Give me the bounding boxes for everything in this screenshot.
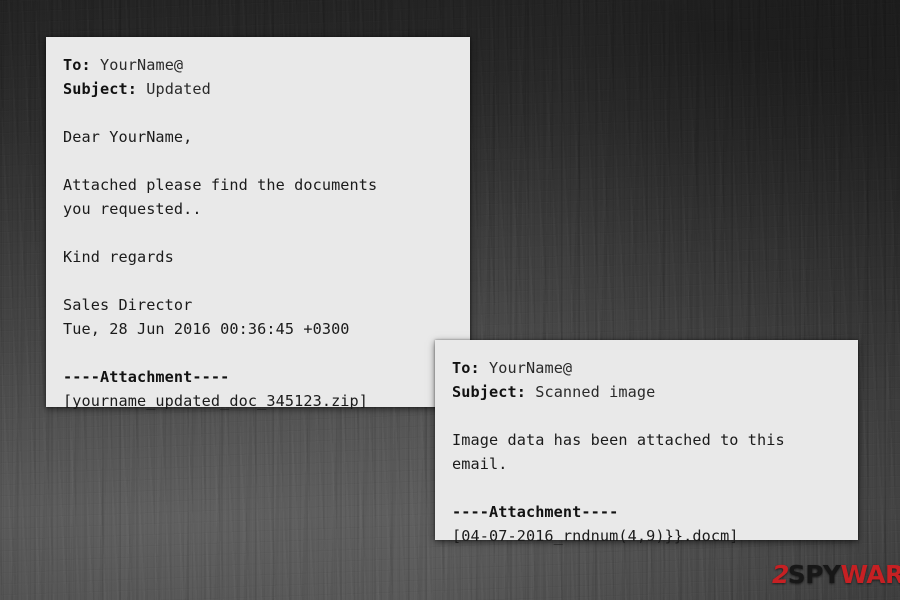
email-to-value: YourName@ — [99, 56, 184, 74]
logo-digit-2: 2 — [772, 560, 789, 589]
email-subject-value: Updated — [146, 80, 211, 98]
email-greeting: Dear YourName, — [63, 128, 193, 146]
email-attachment-filename[interactable]: [04-07-2016_rndnum(4,9)}}.docm] — [452, 524, 858, 548]
email-signoff: Kind regards — [63, 248, 174, 266]
email-to-row-scanned: To: YourName@ — [452, 356, 858, 380]
email-body-line-2: email. — [452, 455, 508, 473]
email-subject-row-updated: Subject: Updated — [63, 77, 470, 101]
email-card-updated: To: YourName@ Subject: Updated Dear Your… — [46, 37, 470, 410]
email-body-line-2: you requested.. — [63, 200, 202, 218]
logo-text-war: WAR — [840, 560, 900, 589]
email-to-label: To: — [63, 56, 100, 74]
email-to-label: To: — [452, 359, 489, 377]
email-sender-title: Sales Director — [63, 296, 193, 314]
email-subject-label: Subject: — [452, 383, 536, 401]
email-card-scanned: To: YourName@ Subject: Scanned image Ima… — [435, 340, 858, 545]
email-attachment-header: ----Attachment---- — [452, 503, 619, 521]
email-attachment-filename[interactable]: [yourname_updated_doc_345123.zip] — [63, 389, 470, 413]
email-body-line-1: Image data has been attached to this — [452, 431, 785, 449]
email-to-row-updated: To: YourName@ — [63, 53, 470, 77]
email-body-line-1: Attached please find the documents — [63, 176, 378, 194]
email-timestamp: Tue, 28 Jun 2016 00:36:45 +0300 — [63, 320, 350, 338]
email-to-value: YourName@ — [488, 359, 573, 377]
site-watermark-logo: 2 SPY WAR — [772, 562, 900, 587]
screenshot-root: To: YourName@ Subject: Updated Dear Your… — [0, 0, 900, 600]
email-subject-label: Subject: — [63, 80, 147, 98]
email-subject-value: Scanned image — [535, 383, 656, 401]
logo-text-spy: SPY — [787, 560, 841, 589]
email-attachment-header: ----Attachment---- — [63, 368, 230, 386]
email-subject-row-scanned: Subject: Scanned image — [452, 380, 858, 404]
